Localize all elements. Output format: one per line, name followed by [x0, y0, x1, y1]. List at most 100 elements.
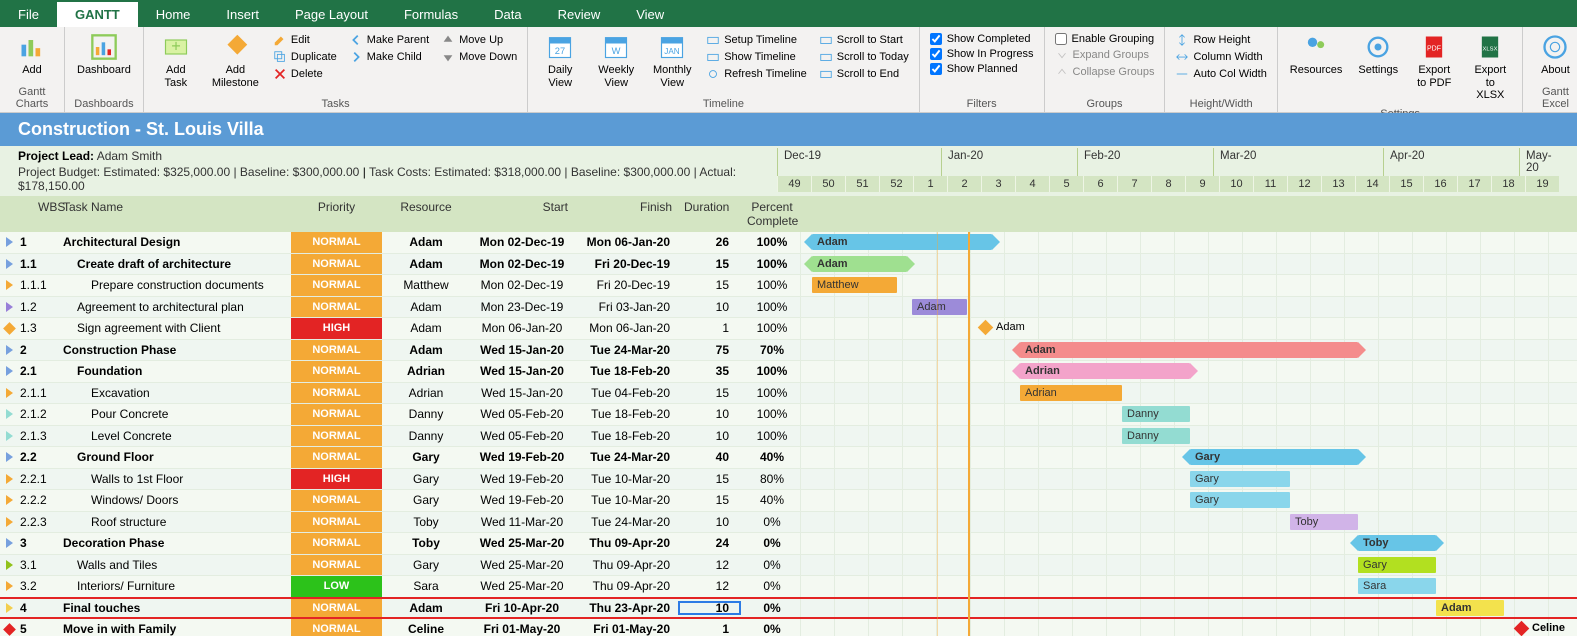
finish-cell[interactable]: Fri 03-Jan-20 — [574, 300, 678, 314]
expand-icon[interactable] — [6, 560, 13, 570]
pct-cell[interactable]: 0% — [741, 536, 803, 550]
task-name-cell[interactable]: Agreement to architectural plan — [63, 300, 291, 314]
start-cell[interactable]: Wed 25-Mar-20 — [470, 579, 574, 593]
res-cell[interactable]: Adrian — [382, 386, 470, 400]
start-cell[interactable]: Wed 15-Jan-20 — [470, 386, 574, 400]
dur-cell[interactable]: 15 — [678, 257, 741, 271]
dur-cell[interactable]: 10 — [678, 407, 741, 421]
res-cell[interactable]: Celine — [382, 622, 470, 636]
dur-cell[interactable]: 10 — [678, 429, 741, 443]
task-row[interactable]: 1.1Create draft of architectureNORMALAda… — [0, 254, 1577, 276]
make-child-button[interactable]: Make Child — [345, 49, 433, 65]
start-cell[interactable]: Wed 15-Jan-20 — [470, 343, 574, 357]
task-row[interactable]: 2.1FoundationNORMALAdrianWed 15-Jan-20Tu… — [0, 361, 1577, 383]
gantt-bar[interactable]: Gary — [1190, 492, 1290, 508]
finish-cell[interactable]: Tue 24-Mar-20 — [574, 343, 678, 357]
auto-col-width-button[interactable]: Auto Col Width — [1171, 66, 1270, 82]
expand-icon[interactable] — [6, 345, 13, 355]
res-cell[interactable]: Adam — [382, 343, 470, 357]
pct-cell[interactable]: 0% — [741, 579, 803, 593]
finish-cell[interactable]: Fri 20-Dec-19 — [574, 278, 678, 292]
expand-icon[interactable] — [6, 366, 13, 376]
task-name-cell[interactable]: Roof structure — [63, 515, 291, 529]
task-name-cell[interactable]: Architectural Design — [63, 235, 291, 249]
dur-cell[interactable]: 10 — [678, 601, 741, 615]
make-parent-button[interactable]: Make Parent — [345, 32, 433, 48]
add-chart-button[interactable]: Add — [6, 29, 58, 81]
task-row[interactable]: 1.2Agreement to architectural planNORMAL… — [0, 297, 1577, 319]
gantt-bar[interactable]: Matthew — [812, 277, 897, 293]
pct-cell[interactable]: 40% — [741, 493, 803, 507]
expand-icon[interactable] — [6, 517, 13, 527]
gantt-bar[interactable]: Adam — [1020, 342, 1358, 358]
finish-cell[interactable]: Mon 06-Jan-20 — [574, 321, 678, 335]
res-cell[interactable]: Matthew — [382, 278, 470, 292]
priority-cell[interactable]: NORMAL — [291, 404, 382, 425]
about-button[interactable]: About — [1529, 29, 1577, 81]
gantt-bar[interactable]: Gary — [1358, 557, 1436, 573]
start-cell[interactable]: Wed 19-Feb-20 — [470, 450, 574, 464]
start-cell[interactable]: Wed 25-Mar-20 — [470, 558, 574, 572]
task-row[interactable]: 1.1.1Prepare construction documentsNORMA… — [0, 275, 1577, 297]
start-cell[interactable]: Wed 19-Feb-20 — [470, 472, 574, 486]
finish-cell[interactable]: Tue 04-Feb-20 — [574, 386, 678, 400]
tab-view[interactable]: View — [618, 2, 682, 27]
dashboard-button[interactable]: Dashboard — [71, 29, 137, 81]
start-cell[interactable]: Wed 05-Feb-20 — [470, 407, 574, 421]
start-cell[interactable]: Mon 02-Dec-19 — [470, 235, 574, 249]
gantt-bar[interactable]: Gary — [1190, 449, 1358, 465]
res-cell[interactable]: Danny — [382, 407, 470, 421]
task-row[interactable]: 3.2Interiors/ FurnitureLOWSaraWed 25-Mar… — [0, 576, 1577, 598]
task-row[interactable]: 3Decoration PhaseNORMALTobyWed 25-Mar-20… — [0, 533, 1577, 555]
show-planned-check[interactable]: Show Planned — [926, 62, 1038, 76]
pct-cell[interactable]: 100% — [741, 278, 803, 292]
res-cell[interactable]: Adrian — [382, 364, 470, 378]
pct-cell[interactable]: 40% — [741, 450, 803, 464]
start-cell[interactable]: Wed 19-Feb-20 — [470, 493, 574, 507]
task-name-cell[interactable]: Walls and Tiles — [63, 558, 291, 572]
pct-cell[interactable]: 100% — [741, 386, 803, 400]
pct-cell[interactable]: 100% — [741, 407, 803, 421]
gantt-bar[interactable]: Sara — [1358, 578, 1436, 594]
tab-home[interactable]: Home — [138, 2, 209, 27]
task-name-cell[interactable]: Ground Floor — [63, 450, 291, 464]
priority-cell[interactable]: NORMAL — [291, 512, 382, 533]
task-name-cell[interactable]: Construction Phase — [63, 343, 291, 357]
gantt-bar[interactable]: Adam — [912, 299, 967, 315]
gantt-bar[interactable]: Adam — [1436, 600, 1504, 616]
res-cell[interactable]: Adam — [382, 321, 470, 335]
task-row[interactable]: 2.1.3Level ConcreteNORMALDannyWed 05-Feb… — [0, 426, 1577, 448]
resources-button[interactable]: Resources — [1284, 29, 1348, 81]
res-cell[interactable]: Gary — [382, 558, 470, 572]
gantt-bar[interactable]: Adrian — [1020, 363, 1190, 379]
enable-grouping-check[interactable]: Enable Grouping — [1051, 32, 1159, 46]
finish-cell[interactable]: Thu 09-Apr-20 — [574, 579, 678, 593]
dur-cell[interactable]: 15 — [678, 472, 741, 486]
finish-cell[interactable]: Tue 10-Mar-20 — [574, 472, 678, 486]
dur-cell[interactable]: 24 — [678, 536, 741, 550]
start-cell[interactable]: Mon 02-Dec-19 — [470, 257, 574, 271]
dur-cell[interactable]: 10 — [678, 515, 741, 529]
task-name-cell[interactable]: Create draft of architecture — [63, 257, 291, 271]
tab-insert[interactable]: Insert — [208, 2, 277, 27]
task-name-cell[interactable]: Walls to 1st Floor — [63, 472, 291, 486]
task-row[interactable]: 2.2.1Walls to 1st FloorHIGHGaryWed 19-Fe… — [0, 469, 1577, 491]
priority-cell[interactable]: NORMAL — [291, 275, 382, 296]
task-name-cell[interactable]: Windows/ Doors — [63, 493, 291, 507]
expand-icon[interactable] — [6, 302, 13, 312]
daily-view-button[interactable]: 27Daily View — [534, 29, 586, 93]
settings-button[interactable]: Settings — [1352, 29, 1404, 81]
tab-page-layout[interactable]: Page Layout — [277, 2, 386, 27]
dur-cell[interactable]: 1 — [678, 622, 741, 636]
scroll-today-button[interactable]: Scroll to Today — [815, 49, 913, 65]
expand-icon[interactable] — [6, 409, 13, 419]
task-row[interactable]: 1.3Sign agreement with ClientHIGHAdamMon… — [0, 318, 1577, 340]
start-cell[interactable]: Fri 10-Apr-20 — [470, 601, 574, 615]
res-cell[interactable]: Gary — [382, 493, 470, 507]
show-progress-check[interactable]: Show In Progress — [926, 47, 1038, 61]
finish-cell[interactable]: Fri 01-May-20 — [574, 622, 678, 636]
res-cell[interactable]: Danny — [382, 429, 470, 443]
expand-icon[interactable] — [6, 452, 13, 462]
pct-cell[interactable]: 100% — [741, 257, 803, 271]
move-up-button[interactable]: Move Up — [437, 32, 521, 48]
